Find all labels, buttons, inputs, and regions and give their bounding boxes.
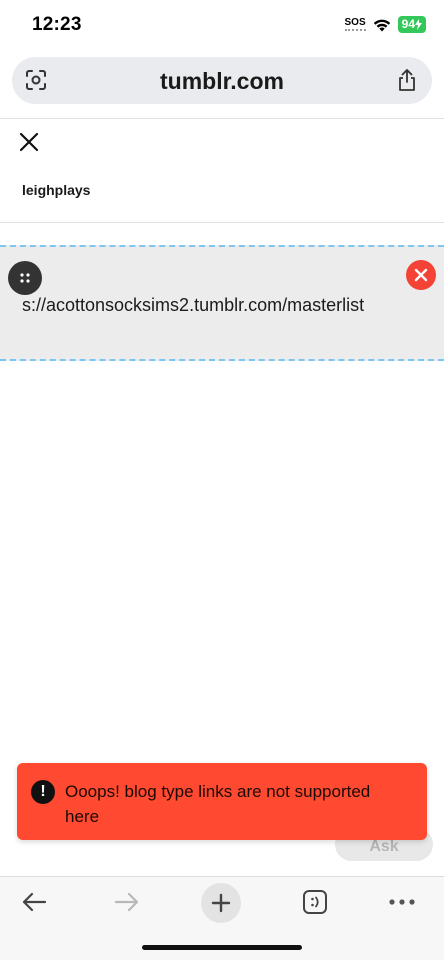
link-url-text[interactable]: s://acottonsocksims2.tumblr.com/masterli… (22, 295, 364, 316)
toast-message: Ooops! blog type links are not supported… (65, 782, 371, 826)
alert-icon: ! (31, 780, 55, 804)
remove-icon[interactable] (406, 260, 436, 290)
header-divider (0, 118, 444, 119)
status-bar: 12:23 SOS 94 (0, 0, 444, 50)
charging-icon (415, 19, 422, 30)
drag-handle-icon[interactable] (8, 261, 42, 295)
tabs-icon[interactable] (295, 887, 335, 917)
new-tab-icon[interactable] (201, 883, 241, 923)
status-indicators: SOS 94 (344, 16, 426, 33)
status-time: 12:23 (32, 14, 82, 35)
blog-name: leighplays (22, 182, 91, 198)
content-divider (0, 222, 444, 223)
home-indicator (142, 945, 302, 950)
link-block[interactable]: s://acottonsocksims2.tumblr.com/masterli… (0, 245, 444, 361)
wifi-icon (373, 19, 390, 31)
battery-level: 94 (401, 17, 415, 31)
sos-indicator: SOS (344, 18, 366, 31)
error-toast: ! Ooops! blog type links are not support… (17, 763, 427, 840)
close-icon[interactable] (18, 131, 40, 153)
back-arrow-icon[interactable] (14, 887, 54, 917)
address-bar[interactable]: tumblr.com (12, 57, 432, 104)
battery-indicator: 94 (397, 16, 426, 33)
url-text[interactable]: tumblr.com (12, 68, 432, 95)
share-icon[interactable] (396, 68, 418, 92)
more-icon[interactable] (382, 887, 422, 917)
forward-arrow-icon[interactable] (107, 887, 147, 917)
